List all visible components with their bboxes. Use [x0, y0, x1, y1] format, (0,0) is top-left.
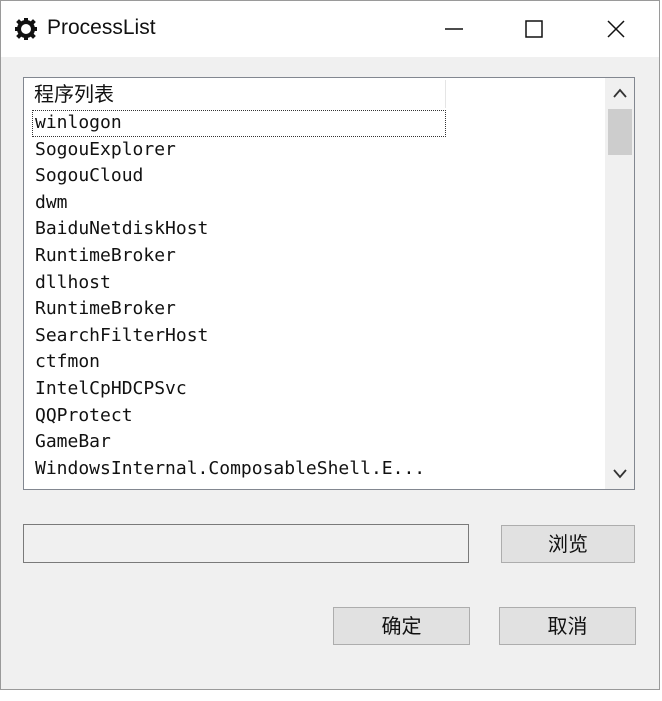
close-button[interactable]	[577, 1, 657, 57]
list-item[interactable]: SogouExplorer	[32, 137, 452, 164]
vertical-scrollbar[interactable]	[605, 78, 634, 489]
chevron-down-icon	[613, 469, 627, 479]
process-listview[interactable]: 程序列表 winlogon SogouExplorer SogouCloud d…	[23, 77, 635, 490]
list-item[interactable]: WindowsInternal.ComposableShell.E...	[32, 456, 452, 483]
list-item[interactable]: IntelCpHDCPSvc	[32, 376, 452, 403]
process-rows: winlogon SogouExplorer SogouCloud dwm Ba…	[32, 110, 452, 482]
scroll-down-button[interactable]	[606, 459, 634, 489]
maximize-button[interactable]	[495, 1, 575, 57]
gear-icon	[15, 18, 37, 40]
ok-button[interactable]: 确定	[333, 607, 470, 645]
chevron-up-icon	[613, 88, 627, 98]
process-list-window: ProcessList 程序列表 winlogon SogouExplorer …	[0, 0, 660, 690]
title-bar[interactable]: ProcessList	[1, 1, 659, 57]
list-item[interactable]: QQProtect	[32, 403, 452, 430]
list-item[interactable]: GameBar	[32, 429, 452, 456]
list-item[interactable]: dwm	[32, 190, 452, 217]
close-icon	[607, 20, 625, 38]
maximize-icon	[525, 20, 543, 38]
list-item[interactable]: RuntimeBroker	[32, 243, 452, 270]
list-item[interactable]: BaiduNetdiskHost	[32, 216, 452, 243]
list-item[interactable]: dllhost	[32, 270, 452, 297]
list-item[interactable]: RuntimeBroker	[32, 296, 452, 323]
browse-button[interactable]: 浏览	[501, 525, 635, 563]
column-header-program-list[interactable]: 程序列表	[26, 80, 446, 108]
minimize-button[interactable]	[415, 1, 495, 57]
scroll-up-button[interactable]	[606, 78, 634, 108]
window-title: ProcessList	[47, 16, 156, 39]
scrollbar-thumb[interactable]	[608, 109, 632, 155]
path-input[interactable]	[23, 524, 469, 563]
list-item[interactable]: ctfmon	[32, 349, 452, 376]
list-item[interactable]: winlogon	[32, 110, 446, 137]
list-item[interactable]: SearchFilterHost	[32, 323, 452, 350]
list-item[interactable]: SogouCloud	[32, 163, 452, 190]
minimize-icon	[445, 28, 463, 30]
cancel-button[interactable]: 取消	[499, 607, 636, 645]
